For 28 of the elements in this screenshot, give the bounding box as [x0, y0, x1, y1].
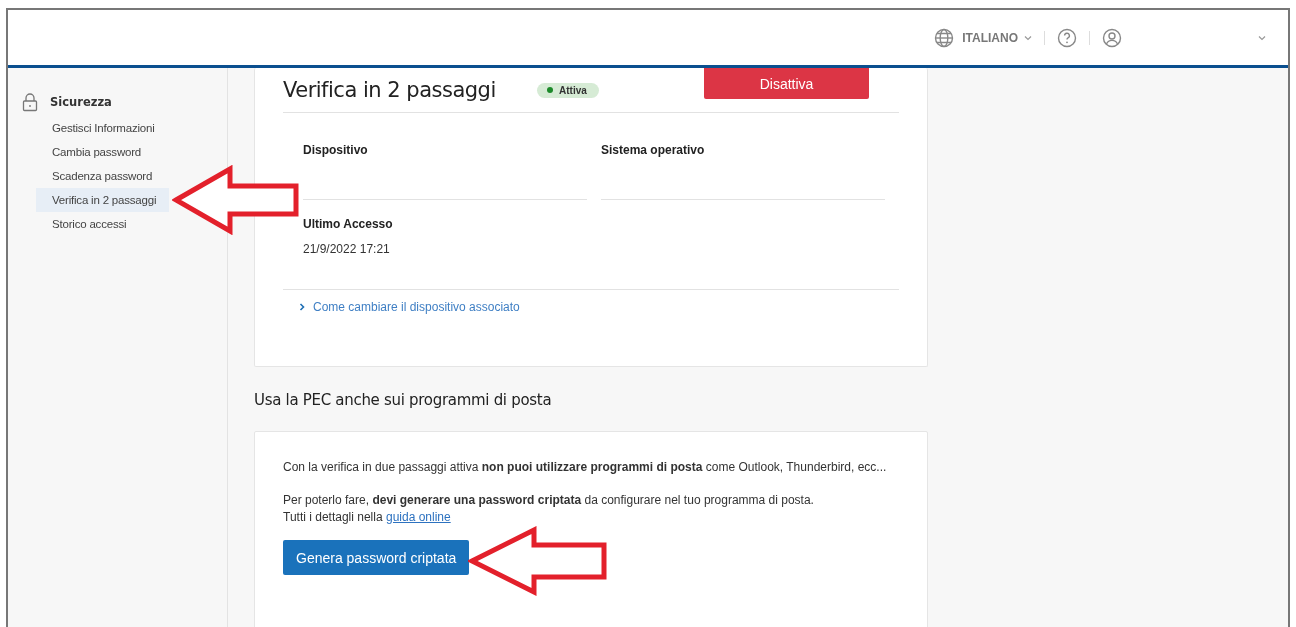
sidebar-item[interactable]: Gestisci Informazioni — [36, 116, 169, 140]
chevron-icon[interactable] — [1258, 34, 1266, 41]
lock-icon — [22, 92, 38, 112]
globe-icon[interactable] — [934, 27, 955, 48]
field-label: Sistema operativo — [601, 143, 706, 157]
user-icon[interactable] — [1102, 27, 1122, 48]
chevron-icon[interactable] — [1024, 34, 1032, 41]
language-selector[interactable]: ITALIANO — [962, 30, 1018, 45]
field-label: Ultimo Accesso — [303, 217, 394, 231]
paragraph: Tutti i dettagli nella guida online — [283, 509, 452, 526]
help-icon[interactable] — [1057, 27, 1077, 48]
help-link[interactable]: Come cambiare il dispositivo associato — [313, 300, 520, 314]
field-label: Dispositivo — [303, 143, 369, 157]
section-heading: Usa la PEC anche sui programmi di posta — [254, 391, 553, 409]
deactivate-button[interactable]: Disattiva — [704, 68, 869, 99]
sidebar-item[interactable]: Cambia password — [36, 140, 169, 164]
paragraph: Con la verifica in due passaggi attiva non puoi utilizzare programmi di posta come Outlook, Thunderbird, ecc... — [283, 459, 888, 476]
field-value: 21/9/2022 17:21 — [303, 242, 391, 256]
section-title: Sicurezza — [50, 95, 112, 109]
sidebar-item[interactable]: Scadenza password — [36, 164, 169, 188]
page-title: Verifica in 2 passaggi — [283, 78, 497, 102]
guide-link[interactable]: guida online — [385, 510, 451, 524]
sidebar-item[interactable]: Storico accessi — [36, 212, 169, 236]
status-badge: Attiva — [537, 82, 599, 98]
chevron-icon — [299, 303, 305, 311]
paragraph: Per poterlo fare, devi generare una password criptata da configurare nel tuo programma di posta. — [283, 492, 815, 509]
generate-password-button[interactable]: Genera password criptata — [283, 540, 470, 575]
sidebar-item[interactable]: Verifica in 2 passaggi — [36, 188, 169, 212]
